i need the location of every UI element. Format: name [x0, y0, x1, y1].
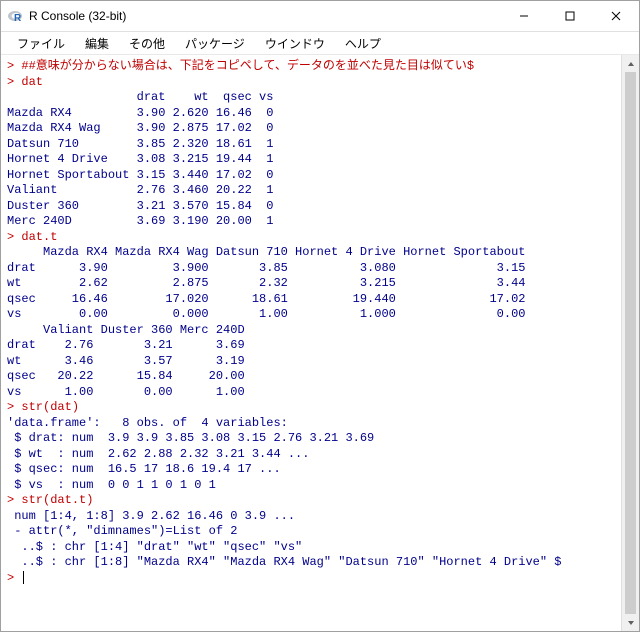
menu-help[interactable]: ヘルプ [335, 33, 391, 54]
window-title: R Console (32-bit) [29, 9, 126, 23]
menubar: ファイル 編集 その他 パッケージ ウインドウ ヘルプ [1, 32, 639, 55]
prompt: > [7, 59, 21, 73]
close-button[interactable] [593, 1, 639, 31]
input-line-4: str(dat) [21, 400, 79, 414]
menu-packages[interactable]: パッケージ [175, 33, 255, 54]
prompt: > [7, 493, 21, 507]
scroll-track[interactable] [622, 72, 639, 614]
scroll-up-button[interactable] [622, 55, 639, 72]
console-content[interactable]: > ##意味が分からない場合は、下記をコピペして、データのを並べた見た目は似てい… [1, 55, 639, 590]
menu-file[interactable]: ファイル [7, 33, 75, 54]
scroll-down-button[interactable] [622, 614, 639, 631]
vertical-scrollbar[interactable] [621, 55, 639, 631]
output-block-3: 'data.frame': 8 obs. of 4 variables: $ d… [7, 416, 374, 492]
menu-window[interactable]: ウインドウ [255, 33, 335, 54]
input-line-5: str(dat.t) [21, 493, 93, 507]
prompt: > [7, 75, 21, 89]
maximize-button[interactable] [547, 1, 593, 31]
prompt: > [7, 571, 21, 585]
minimize-button[interactable] [501, 1, 547, 31]
titlebar-controls [501, 1, 639, 31]
r-app-icon: R [7, 8, 23, 24]
output-block-2: Mazda RX4 Mazda RX4 Wag Datsun 710 Horne… [7, 245, 525, 399]
prompt: > [7, 400, 21, 414]
output-block-1: drat wt qsec vs Mazda RX4 3.90 2.620 16.… [7, 90, 273, 228]
input-line-1: ##意味が分からない場合は、下記をコピペして、データのを並べた見た目は似てい$ [21, 59, 474, 73]
window: R R Console (32-bit) ファイル 編集 その他 パッケージ [0, 0, 640, 632]
console-area[interactable]: > ##意味が分からない場合は、下記をコピペして、データのを並べた見た目は似てい… [1, 55, 639, 631]
menu-misc[interactable]: その他 [119, 33, 175, 54]
prompt: > [7, 230, 21, 244]
menu-edit[interactable]: 編集 [75, 33, 119, 54]
titlebar: R R Console (32-bit) [1, 1, 639, 32]
caret [23, 571, 24, 584]
input-line-2: dat [21, 75, 43, 89]
titlebar-left: R R Console (32-bit) [1, 8, 126, 24]
output-block-4: num [1:4, 1:8] 3.9 2.62 16.46 0 3.9 ... … [7, 509, 562, 570]
scroll-thumb[interactable] [625, 72, 636, 614]
svg-text:R: R [14, 13, 22, 24]
input-line-3: dat.t [21, 230, 57, 244]
